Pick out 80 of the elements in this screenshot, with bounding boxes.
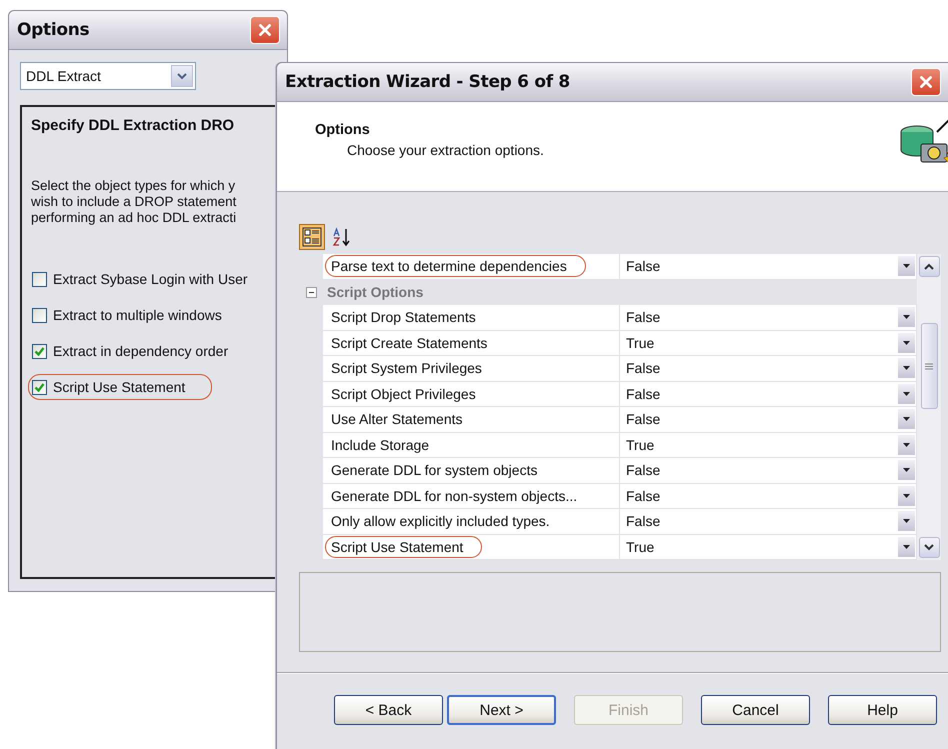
property-value[interactable]: False <box>620 382 917 407</box>
scroll-down-button[interactable] <box>918 537 940 558</box>
wizard-button[interactable]: Next > <box>447 695 556 725</box>
property-value[interactable]: False <box>620 254 917 280</box>
property-name: Parse text to determine dependencies <box>325 255 586 278</box>
dropdown-button[interactable] <box>898 536 915 557</box>
close-icon <box>918 74 934 90</box>
dropdown-button[interactable] <box>898 307 915 328</box>
checkbox[interactable] <box>32 308 47 322</box>
property-value[interactable]: False <box>620 407 917 432</box>
window-title: Extraction Wizard - Step 6 of 8 <box>285 72 571 92</box>
wizard-button[interactable]: < Back <box>334 695 443 725</box>
property-name: Generate DDL for system objects <box>330 461 538 480</box>
dropdown-arrow-icon <box>903 417 910 422</box>
checkbox-option[interactable]: Extract Sybase Login with User <box>28 266 255 292</box>
dropdown-arrow-icon <box>903 468 910 472</box>
property-name: Script System Privileges <box>330 359 483 378</box>
dropdown-button[interactable] <box>898 409 915 430</box>
wizard-button[interactable]: Help <box>828 695 937 725</box>
property-value[interactable]: False <box>620 484 917 509</box>
property-value[interactable]: False <box>620 356 917 382</box>
property-name: Script Drop Statements <box>330 308 477 328</box>
dropdown-field[interactable]: DDL Extract <box>20 62 196 90</box>
checkbox[interactable] <box>32 272 47 286</box>
property-name: Use Alter Statements <box>330 410 464 430</box>
scroll-thumb[interactable] <box>920 323 938 409</box>
property-name: Script Use Statement <box>325 536 482 558</box>
panel-heading: Specify DDL Extraction DRO <box>31 117 234 134</box>
chevron-down-icon <box>177 72 187 80</box>
checkbox[interactable] <box>32 344 47 358</box>
dropdown-arrow-icon <box>903 264 910 268</box>
property-value[interactable]: False <box>620 458 917 484</box>
collapse-toggle[interactable] <box>306 286 316 298</box>
checkbox-option[interactable]: Extract to multiple windows <box>28 302 229 328</box>
scrollbar[interactable] <box>917 254 941 560</box>
property-value[interactable]: False <box>620 509 917 534</box>
dropdown-button[interactable] <box>898 486 915 506</box>
property-name: Generate DDL for non-system objects... <box>330 486 578 506</box>
category-label: Script Options <box>327 284 424 300</box>
scroll-up-button[interactable] <box>918 256 940 277</box>
dropdown-arrow-icon <box>903 315 910 320</box>
dropdown-arrow-icon <box>903 392 910 396</box>
close-icon <box>257 22 273 38</box>
dropdown-button[interactable] <box>898 434 915 455</box>
property-name: Script Create Statements <box>330 334 488 353</box>
checkbox-option[interactable]: Script Use Statement <box>28 374 212 400</box>
dropdown-button[interactable] <box>898 256 915 276</box>
property-name: Only allow explicitly included types. <box>330 512 551 532</box>
dropdown-button[interactable] <box>898 332 915 353</box>
sort-icon <box>332 227 352 247</box>
property-name: Include Storage <box>330 436 430 455</box>
dropdown-button[interactable] <box>898 358 915 378</box>
dropdown-arrow-icon <box>903 544 910 549</box>
chevron-up-icon <box>924 263 934 270</box>
panel-description: Select the object types for which y wish to include a DROP statement performing an ad hoc DDL extracti <box>31 178 236 226</box>
toolbar-button[interactable] <box>299 224 325 250</box>
step-subtitle: Choose your extraction options. <box>347 142 544 158</box>
dropdown-arrow-icon <box>903 519 910 524</box>
dropdown-arrow-icon <box>903 494 910 498</box>
checkbox[interactable] <box>32 380 47 394</box>
property-name: Script Object Privileges <box>330 384 477 404</box>
window-title: Options <box>17 20 90 40</box>
checkbox-option[interactable]: Extract in dependency order <box>28 338 236 364</box>
step-title: Options <box>315 122 370 138</box>
dropdown-button[interactable] <box>898 511 915 532</box>
chevron-down-icon <box>924 544 934 551</box>
dropdown-arrow-icon <box>903 442 910 447</box>
property-value[interactable]: False <box>620 305 917 330</box>
categorized-icon <box>302 227 322 247</box>
close-button[interactable] <box>911 68 941 96</box>
dropdown-button[interactable] <box>898 384 915 404</box>
property-value[interactable]: True <box>620 534 917 560</box>
dropdown-arrow-icon <box>903 366 910 370</box>
property-value[interactable]: True <box>620 432 917 458</box>
dropdown-arrow-icon <box>903 340 910 345</box>
close-button[interactable] <box>250 16 280 44</box>
wizard-button[interactable]: Cancel <box>701 695 810 725</box>
dropdown-button[interactable] <box>898 460 915 480</box>
property-value[interactable]: True <box>620 330 917 356</box>
grip-icon <box>925 362 933 370</box>
